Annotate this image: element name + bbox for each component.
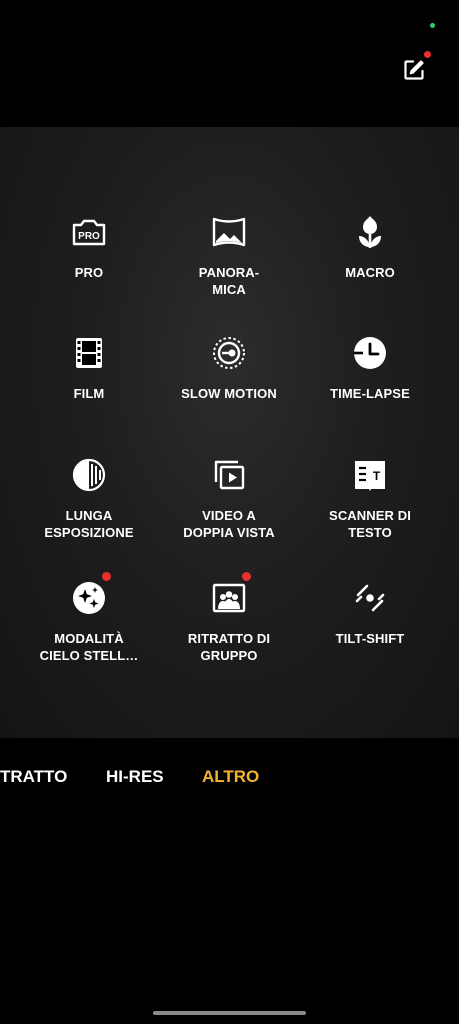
mode-label: MACRO xyxy=(345,265,395,280)
privacy-indicator-dot xyxy=(430,23,435,28)
mode-starry-sky[interactable]: MODALITÀ CIELO STELL… xyxy=(19,572,159,664)
new-badge-dot xyxy=(242,572,251,581)
mode-label: PRO xyxy=(74,265,104,280)
mode-dual-view-video[interactable]: VIDEO A DOPPIA VISTA xyxy=(159,455,299,541)
mode-tab-bar: TRATTO HI-RES ALTRO xyxy=(0,766,459,790)
mode-label: PANORA- MICA xyxy=(198,265,260,297)
tab-hi-res[interactable]: HI-RES xyxy=(106,766,164,788)
pro-icon: PRO xyxy=(72,219,106,246)
starry-sky-icon xyxy=(73,582,105,614)
camera-more-modes-screen: PRO PRO PANORA- MICA MACRO FILM SLOW MOT… xyxy=(0,0,459,1024)
svg-text:PRO: PRO xyxy=(78,231,100,242)
edit-notification-dot xyxy=(424,51,431,58)
mode-macro[interactable]: MACRO xyxy=(300,212,440,281)
mode-label: LUNGA ESPOSIZIONE xyxy=(44,508,134,540)
mode-film[interactable]: FILM xyxy=(19,333,159,402)
tab-ritratto[interactable]: TRATTO xyxy=(0,766,67,788)
mode-pro[interactable]: PRO PRO xyxy=(19,212,159,281)
svg-text:T: T xyxy=(373,469,381,483)
mode-label: TIME-LAPSE xyxy=(330,386,410,401)
edit-square-icon xyxy=(404,60,424,80)
tab-altro[interactable]: ALTRO xyxy=(202,766,259,788)
mode-long-exposure[interactable]: LUNGA ESPOSIZIONE xyxy=(19,455,159,541)
new-badge-dot xyxy=(102,572,111,581)
mode-label: RITRATTO DI GRUPPO xyxy=(187,631,271,663)
mode-label: SLOW MOTION xyxy=(181,386,277,401)
mode-label: FILM xyxy=(73,386,105,401)
tilt-shift-icon xyxy=(355,584,385,612)
film-icon xyxy=(76,338,102,368)
dual-view-video-icon xyxy=(214,460,245,490)
slow-motion-icon xyxy=(213,337,245,369)
mode-text-scanner[interactable]: T SCANNER DI TESTO xyxy=(300,455,440,541)
mode-label: TILT-SHIFT xyxy=(335,631,405,646)
mode-label: VIDEO A DOPPIA VISTA xyxy=(183,508,275,540)
group-portrait-icon xyxy=(212,583,246,613)
panorama-icon xyxy=(212,217,246,247)
macro-tulip-icon xyxy=(359,216,381,248)
home-indicator[interactable] xyxy=(153,1011,306,1015)
text-scanner-icon: T xyxy=(355,461,385,491)
mode-label: MODALITÀ CIELO STELL… xyxy=(39,631,139,663)
mode-time-lapse[interactable]: TIME-LAPSE xyxy=(300,333,440,402)
edit-modes-button[interactable] xyxy=(400,51,431,84)
mode-tilt-shift[interactable]: TILT-SHIFT xyxy=(300,578,440,647)
mode-panorama[interactable]: PANORA- MICA xyxy=(159,212,299,298)
mode-label: SCANNER DI TESTO xyxy=(329,508,411,540)
mode-slow-motion[interactable]: SLOW MOTION xyxy=(159,333,299,402)
time-lapse-clock-icon xyxy=(354,337,386,369)
long-exposure-icon xyxy=(72,458,106,492)
mode-group-portrait[interactable]: RITRATTO DI GRUPPO xyxy=(159,572,299,664)
